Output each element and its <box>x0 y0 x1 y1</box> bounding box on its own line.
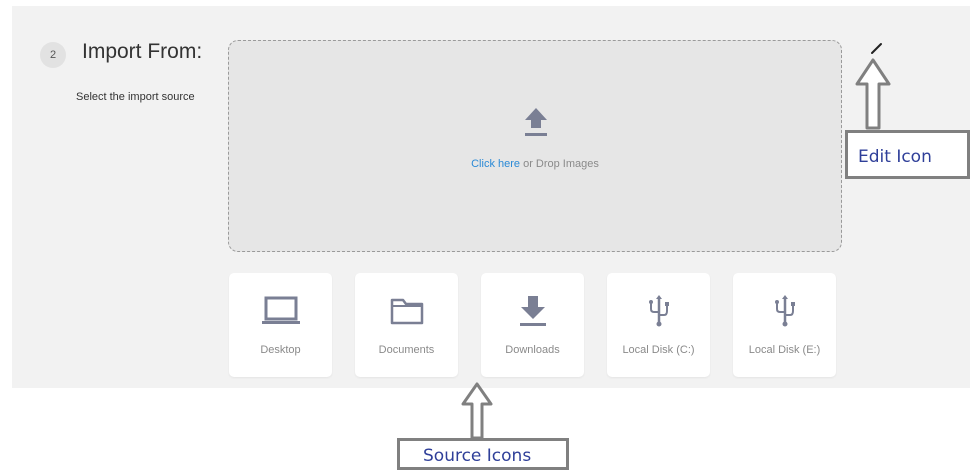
section-title: Import From: <box>82 40 203 63</box>
source-label: Local Disk (C:) <box>622 344 695 356</box>
source-label: Local Disk (E:) <box>748 344 821 356</box>
drop-images-text: or Drop Images <box>520 158 599 170</box>
edit-icon[interactable] <box>868 40 884 56</box>
usb-icon <box>775 295 795 327</box>
click-here-link[interactable]: Click here <box>471 158 520 170</box>
download-icon <box>520 296 546 326</box>
upload-icon <box>525 108 547 136</box>
source-label: Documents <box>378 344 435 356</box>
drop-zone[interactable]: Click here or Drop Images <box>228 40 842 252</box>
edit-arrow-icon <box>855 58 891 130</box>
section-subtitle: Select the import source <box>76 91 195 103</box>
source-documents[interactable]: Documents <box>355 273 458 377</box>
drop-zone-text: Click here or Drop Images <box>229 158 841 170</box>
source-label: Downloads <box>505 344 560 356</box>
usb-icon <box>649 295 669 327</box>
source-downloads[interactable]: Downloads <box>481 273 584 377</box>
source-arrow-icon <box>461 382 493 440</box>
source-icons-callout: Source Icons <box>397 438 569 470</box>
edit-icon-callout: Edit Icon <box>845 130 970 179</box>
laptop-icon <box>262 296 300 324</box>
folder-icon <box>390 298 424 325</box>
source-local-disk-c[interactable]: Local Disk (C:) <box>607 273 710 377</box>
source-label: Desktop <box>260 344 301 356</box>
source-local-disk-e[interactable]: Local Disk (E:) <box>733 273 836 377</box>
source-desktop[interactable]: Desktop <box>229 273 332 377</box>
step-number-badge: 2 <box>40 42 66 68</box>
